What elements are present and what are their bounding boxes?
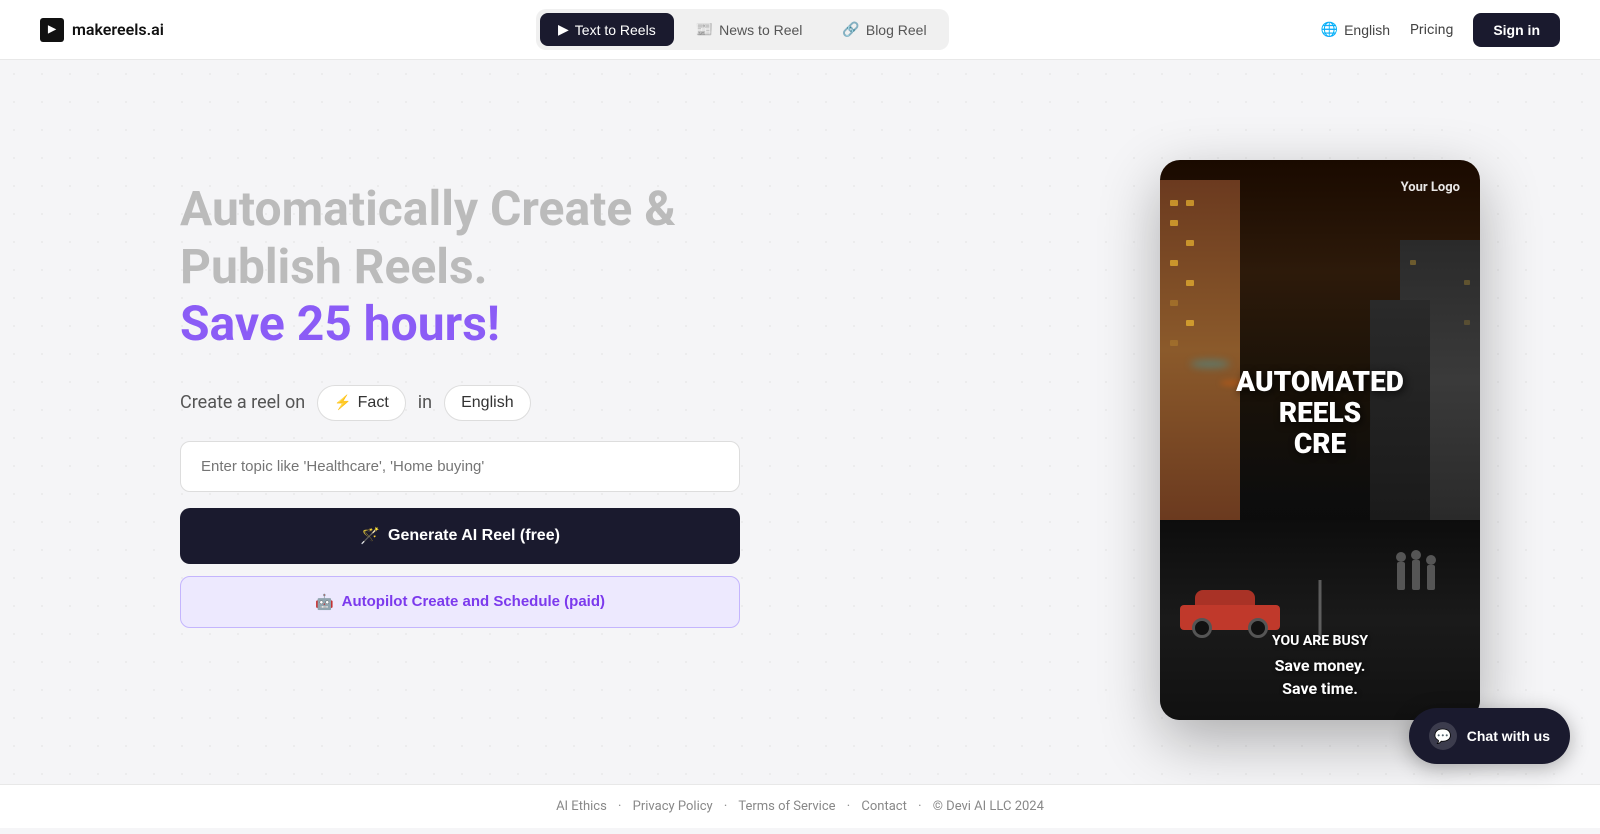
footer: AI Ethics · Privacy Policy · Terms of Se… — [0, 784, 1600, 828]
video-icon: ▶ — [558, 21, 569, 38]
in-label: in — [418, 392, 432, 413]
hero-title: Automatically Create & Publish Reels. Sa… — [180, 180, 740, 353]
link-icon: 🔗 — [842, 21, 859, 38]
window-light — [1170, 260, 1178, 266]
reel-preview: Your Logo AUTOMATED REELS CRE YOU ARE BU… — [1160, 160, 1480, 720]
building-1 — [1160, 180, 1240, 520]
person-2 — [1427, 565, 1435, 590]
reel-bottom-text: YOU ARE BUSY Save money. Save time. — [1180, 632, 1460, 700]
person-1 — [1412, 560, 1420, 590]
language-dropdown-label: English — [461, 394, 513, 412]
chat-label: Chat with us — [1467, 728, 1550, 744]
reel-line-1: AUTOMATED — [1190, 367, 1450, 398]
hero-left: Automatically Create & Publish Reels. Sa… — [180, 140, 740, 628]
footer-terms[interactable]: Terms of Service — [738, 799, 835, 814]
window-light — [1464, 280, 1470, 285]
generate-button-label: Generate AI Reel (free) — [388, 527, 560, 545]
reel-logo: Your Logo — [1180, 180, 1460, 195]
reel-background: Your Logo AUTOMATED REELS CRE YOU ARE BU… — [1160, 160, 1480, 720]
footer-dot-3: · — [847, 799, 850, 814]
footer-ai-ethics[interactable]: AI Ethics — [556, 799, 607, 814]
reel-bottom-line-1: YOU ARE BUSY — [1180, 632, 1460, 652]
tab-news-to-reel[interactable]: 📰 News to Reel — [678, 13, 821, 46]
reel-line-2: REELS — [1190, 398, 1450, 429]
window-light — [1170, 220, 1178, 226]
chat-icon: 💬 — [1429, 722, 1457, 750]
language-button[interactable]: 🌐 English — [1321, 21, 1390, 38]
window-light — [1464, 320, 1470, 325]
create-label: Create a reel on — [180, 392, 305, 413]
globe-icon: 🌐 — [1321, 21, 1338, 38]
wand-icon: 🪄 — [360, 526, 380, 546]
person-3 — [1397, 562, 1405, 590]
pricing-link[interactable]: Pricing — [1410, 22, 1453, 38]
nav-right: 🌐 English Pricing Sign in — [1321, 13, 1560, 47]
window-light — [1186, 320, 1194, 326]
create-row: Create a reel on ⚡ Fact in English — [180, 385, 740, 421]
autopilot-button[interactable]: 🤖 Autopilot Create and Schedule (paid) — [180, 576, 740, 628]
language-label: English — [1344, 22, 1390, 38]
hero-title-accent: Save 25 hours! — [180, 295, 500, 352]
window-light — [1170, 300, 1178, 306]
tab-text-to-reels[interactable]: ▶ Text to Reels — [540, 13, 674, 46]
fact-icon: ⚡ — [334, 394, 351, 411]
brand-name: makereels.ai — [72, 20, 164, 39]
window-light — [1170, 200, 1178, 206]
nav-tabs: ▶ Text to Reels 📰 News to Reel 🔗 Blog Re… — [536, 9, 949, 50]
window-light — [1186, 280, 1194, 286]
tab-news-to-reel-label: News to Reel — [719, 22, 802, 38]
car — [1180, 590, 1280, 630]
footer-privacy-policy[interactable]: Privacy Policy — [633, 799, 713, 814]
topic-input[interactable] — [180, 441, 740, 492]
tab-blog-reel-label: Blog Reel — [866, 22, 927, 38]
window-light — [1170, 340, 1178, 346]
generate-button[interactable]: 🪄 Generate AI Reel (free) — [180, 508, 740, 564]
fact-dropdown[interactable]: ⚡ Fact — [317, 385, 406, 421]
chat-button[interactable]: 💬 Chat with us — [1409, 708, 1570, 764]
window-light — [1186, 240, 1194, 246]
autopilot-button-label: Autopilot Create and Schedule (paid) — [342, 593, 605, 610]
reel-bottom-line-3: Save time. — [1180, 678, 1460, 700]
logo-icon: ▶ — [40, 18, 64, 42]
signin-button[interactable]: Sign in — [1473, 13, 1560, 47]
reel-line-3: CRE — [1190, 429, 1450, 460]
nav-tab-group: ▶ Text to Reels 📰 News to Reel 🔗 Blog Re… — [536, 9, 949, 50]
footer-dot-1: · — [618, 799, 621, 814]
footer-copyright: © Devi AI LLC 2024 — [933, 799, 1044, 814]
window-light — [1410, 260, 1416, 265]
footer-contact[interactable]: Contact — [861, 799, 906, 814]
footer-dot-4: · — [918, 799, 921, 814]
language-dropdown[interactable]: English — [444, 385, 530, 421]
hero-section: Automatically Create & Publish Reels. Sa… — [0, 60, 1600, 784]
window-light — [1186, 200, 1194, 206]
footer-dot-2: · — [724, 799, 727, 814]
reel-main-text: AUTOMATED REELS CRE — [1180, 367, 1460, 459]
tab-text-to-reels-label: Text to Reels — [575, 22, 656, 38]
news-icon: 📰 — [696, 21, 713, 38]
reel-bottom-line-2: Save money. — [1180, 655, 1460, 677]
logo[interactable]: ▶ makereels.ai — [40, 18, 164, 42]
robot-icon: 🤖 — [315, 593, 334, 611]
hero-title-part1: Automatically Create & Publish Reels. — [180, 180, 676, 295]
fact-label: Fact — [358, 394, 389, 412]
navbar: ▶ makereels.ai ▶ Text to Reels 📰 News to… — [0, 0, 1600, 60]
tab-blog-reel[interactable]: 🔗 Blog Reel — [824, 13, 944, 46]
